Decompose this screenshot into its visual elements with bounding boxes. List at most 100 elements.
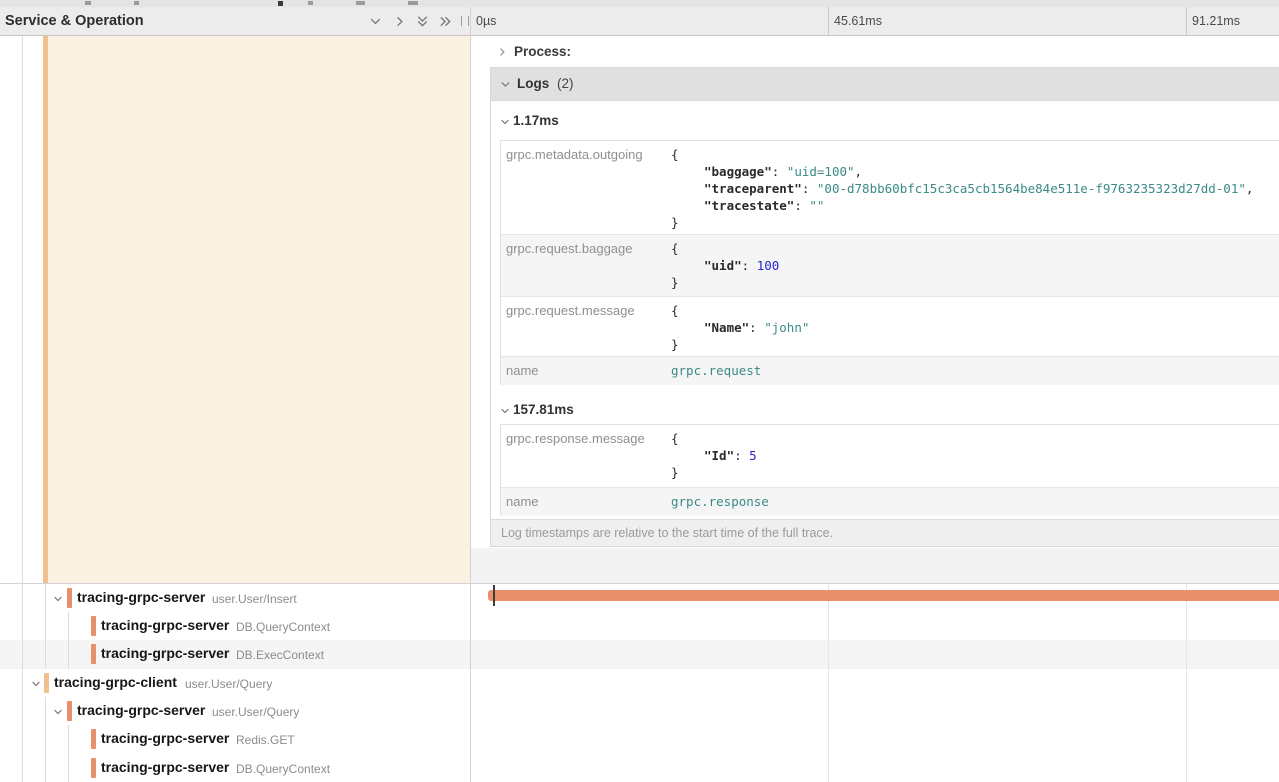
field-key: grpc.response.message [506, 431, 666, 446]
tree-guide-line [22, 669, 23, 697]
chevron-down-icon[interactable] [30, 677, 42, 689]
process-label: Process: [514, 44, 571, 59]
minimap-cutoff-strip [0, 0, 1279, 7]
field-key: grpc.metadata.outgoing [506, 147, 666, 162]
field-value: grpc.request [671, 357, 1279, 378]
logs-accordion-header[interactable]: Logs (2) [491, 68, 1279, 101]
span-row[interactable]: tracing-grpc-server DB.QueryContext [0, 612, 1279, 640]
span-service-name: tracing-grpc-client [54, 674, 177, 690]
logs-title: Logs [517, 76, 549, 91]
selected-span-highlight [48, 36, 470, 583]
minimap-remnant [134, 1, 139, 5]
tree-guide-line [45, 640, 46, 669]
chevron-down-icon [499, 115, 511, 133]
span-service-name: tracing-grpc-server [101, 645, 229, 661]
double-chevron-right-icon[interactable] [438, 14, 453, 29]
logs-accordion: Logs (2) 1.17ms grpc.metadata.outgoing {… [490, 67, 1279, 547]
log-field-row[interactable]: grpc.request.message { "Name": "john" } [501, 296, 1279, 356]
field-key: name [506, 363, 666, 378]
chevron-down-icon[interactable] [52, 705, 64, 717]
minimap-remnant [356, 1, 365, 5]
field-value-json: { "Id": 5 } [671, 425, 1279, 481]
span-color-bar [44, 673, 49, 693]
chevron-right-icon [496, 45, 508, 63]
detail-row-separator [0, 583, 1279, 584]
tree-guide-line [45, 584, 46, 612]
logs-count: (2) [557, 76, 574, 91]
span-row[interactable]: tracing-grpc-server DB.ExecContext [0, 640, 1279, 669]
span-detail-panel: Process: Logs (2) 1.17ms grpc. [471, 36, 1279, 583]
tree-guide-line [68, 754, 69, 782]
span-service-name: tracing-grpc-server [101, 730, 229, 746]
span-operation-name: DB.QueryContext [236, 620, 330, 634]
span-operation-name: Redis.GET [236, 733, 295, 747]
field-value-json: { "Name": "john" } [671, 297, 1279, 353]
span-operation-name: user.User/Query [185, 677, 272, 691]
log-field-row[interactable]: name grpc.response [501, 487, 1279, 516]
tree-guide-line [22, 697, 23, 725]
span-row[interactable]: tracing-grpc-server DB.QueryContext [0, 754, 1279, 782]
tree-guide-line [45, 612, 46, 640]
tree-guide-line [68, 612, 69, 640]
chevron-down-icon[interactable] [52, 592, 64, 604]
field-key: grpc.request.message [506, 303, 666, 318]
trace-timeline-view: Service & Operation 0µs 45.61ms 91.21ms [0, 0, 1279, 782]
tree-guide-line [45, 697, 46, 725]
tree-guide-line [22, 584, 23, 612]
minimap-remnant [278, 1, 283, 6]
log-timestamp: 1.17ms [513, 113, 559, 128]
tree-guide-line [45, 754, 46, 782]
span-operation-name: DB.QueryContext [236, 762, 330, 776]
span-operation-name: user.User/Query [212, 705, 299, 719]
chevron-down-icon[interactable] [368, 14, 383, 29]
log-field-row[interactable]: grpc.response.message { "Id": 5 } [501, 425, 1279, 487]
timeline-tick-line [828, 7, 829, 35]
span-color-bar [91, 644, 96, 664]
span-service-name: tracing-grpc-server [101, 759, 229, 775]
log-entry-header[interactable]: 157.81ms [491, 398, 891, 424]
span-color-bar [67, 701, 72, 721]
span-service-name: tracing-grpc-server [77, 702, 205, 718]
timeline-tick-line [1186, 7, 1187, 35]
span-row[interactable]: tracing-grpc-server user.User/Query [0, 697, 1279, 725]
timeline-tick-label: 45.61ms [834, 14, 882, 28]
tree-guide-line [22, 36, 23, 583]
span-row[interactable]: tracing-grpc-client user.User/Query [0, 669, 1279, 697]
field-value-json: { "baggage": "uid=100", "traceparent": "… [671, 141, 1279, 231]
timeline-tick-label: 0µs [476, 14, 496, 28]
timeline-header: Service & Operation 0µs 45.61ms 91.21ms [0, 7, 1279, 36]
tree-guide-line [22, 725, 23, 754]
log-field-row[interactable]: grpc.metadata.outgoing { "baggage": "uid… [501, 141, 1279, 234]
log-timestamp: 157.81ms [513, 402, 574, 417]
field-value: grpc.response [671, 488, 1279, 509]
tree-guide-line [22, 640, 23, 669]
span-color-bar [67, 588, 72, 608]
process-accordion[interactable]: Process: [471, 38, 1261, 62]
service-operation-title: Service & Operation [5, 13, 144, 29]
tree-guide-line [68, 640, 69, 669]
field-key: grpc.request.baggage [506, 241, 666, 256]
span-service-name: tracing-grpc-server [101, 617, 229, 633]
span-duration-bar[interactable] [488, 590, 1279, 601]
span-service-name: tracing-grpc-server [77, 589, 205, 605]
log-field-row[interactable]: grpc.request.baggage { "uid": 100 } [501, 234, 1279, 296]
chevron-down-icon [499, 78, 512, 96]
log-field-row[interactable]: name grpc.request [501, 356, 1279, 385]
minimap-remnant [408, 1, 418, 5]
detail-row-bottom-padding [471, 548, 1279, 583]
chevron-right-icon[interactable] [392, 14, 407, 29]
log-fields-table: grpc.metadata.outgoing { "baggage": "uid… [500, 140, 1279, 385]
field-key: name [506, 494, 666, 509]
span-row[interactable]: tracing-grpc-server Redis.GET [0, 725, 1279, 754]
column-divider [470, 7, 471, 782]
log-marker [493, 585, 495, 606]
span-operation-name: user.User/Insert [212, 592, 297, 606]
double-chevron-down-icon[interactable] [415, 14, 430, 29]
span-row[interactable]: tracing-grpc-server user.User/Insert [0, 584, 1279, 612]
column-resizer[interactable] [461, 16, 469, 26]
log-entry-header[interactable]: 1.17ms [491, 109, 891, 135]
minimap-remnant [85, 1, 91, 5]
chevron-down-icon [499, 404, 511, 422]
selected-span-detail-backdrop [0, 36, 470, 583]
tree-guide-line [22, 612, 23, 640]
